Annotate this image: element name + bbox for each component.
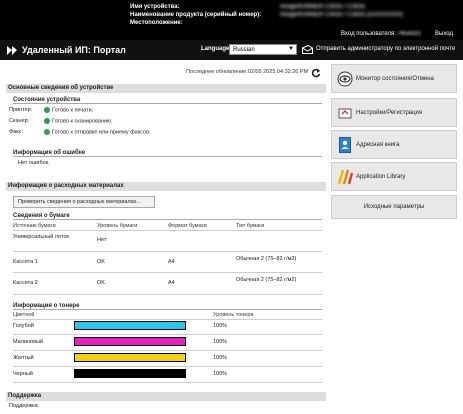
toner-level: 100% bbox=[213, 323, 228, 329]
paper-type: Обычная 2 (75–82 г/м2) bbox=[236, 256, 297, 262]
sidebar-item-label: Монитор состояния/Отмена bbox=[356, 76, 434, 82]
toner-level: 100% bbox=[213, 355, 228, 361]
toner-color-name: Желтый bbox=[13, 355, 34, 361]
status-ok-icon bbox=[44, 129, 50, 135]
last-updated: Последнее обновление:02/05 2025 04:32:26… bbox=[186, 69, 309, 75]
mail-admin-link[interactable]: Отправить администратору по электронной … bbox=[316, 46, 455, 52]
divider bbox=[13, 251, 322, 252]
login-user: 7654321 bbox=[397, 31, 421, 37]
address-book-icon bbox=[339, 137, 351, 153]
top-info-bar: Имя устройства: imageRUNNER C3025 / C302… bbox=[0, 0, 463, 40]
sidebar-item-address-book[interactable]: Адресная книга bbox=[331, 130, 457, 159]
chevron-down-icon: ▼ bbox=[288, 46, 294, 52]
device-name-label: Имя устройства: bbox=[130, 4, 180, 10]
support-header: Поддержка bbox=[6, 392, 326, 401]
location-label: Местоположение: bbox=[130, 20, 183, 26]
sidebar-item-label: Адресная книга bbox=[356, 142, 400, 148]
printer-status: Готово к печати. bbox=[44, 107, 93, 113]
toner-color-name: Черный bbox=[13, 371, 33, 377]
status-ok-icon bbox=[44, 118, 50, 124]
toner-color-name: Малиновый bbox=[13, 339, 44, 345]
divider bbox=[13, 366, 322, 367]
toner-info-title: Информация о тонере bbox=[13, 303, 322, 310]
settings-icon bbox=[338, 108, 352, 119]
scanner-status: Готово к сканированию. bbox=[44, 118, 113, 124]
sidebar-item-initial-settings[interactable]: Исходные параметры bbox=[331, 195, 457, 219]
toner-level: 100% bbox=[213, 339, 228, 345]
divider bbox=[13, 272, 322, 273]
sidebar-item-settings[interactable]: Настройки/Регистрация bbox=[331, 98, 457, 127]
status-monitor-icon bbox=[337, 71, 353, 87]
remote-ui-logo-icon bbox=[7, 46, 17, 55]
app-library-icon bbox=[337, 169, 353, 185]
mail-icon[interactable] bbox=[302, 45, 313, 54]
toner-level-bar bbox=[74, 321, 186, 330]
paper-type: Обычная 2 (75–82 г/м2) bbox=[236, 277, 297, 283]
support-label: Поддержка: bbox=[9, 403, 40, 409]
divider bbox=[13, 350, 322, 351]
toner-color-name: Голубой bbox=[13, 323, 34, 329]
login-info: Вход пользователя: 7654321 bbox=[341, 31, 421, 37]
language-value: Russian bbox=[233, 47, 255, 53]
portal-title: Удаленный ИП: Портал bbox=[22, 45, 126, 55]
product-name-value: imageRUNNER C3025 / C3025 (XXXXXXXX) bbox=[280, 12, 403, 18]
status-ok-icon bbox=[44, 107, 50, 113]
divider bbox=[13, 294, 322, 295]
divider bbox=[13, 382, 322, 383]
refresh-icon[interactable] bbox=[311, 68, 321, 78]
paper-col-source: Источник бумаги bbox=[13, 223, 56, 229]
paper-col-size: Формат бумаги bbox=[168, 223, 207, 229]
paper-level: OK bbox=[97, 280, 105, 286]
paper-size: A4 bbox=[168, 280, 175, 286]
product-name-label: Наименование продукта (серийный номер): bbox=[130, 12, 262, 18]
device-name-value: imageRUNNER C3025 / C3025 bbox=[280, 4, 366, 10]
language-label: Language: bbox=[201, 46, 232, 52]
toner-level-bar bbox=[74, 353, 186, 362]
sidebar-item-label: Application Library bbox=[356, 174, 406, 180]
error-value: Нет ошибок. bbox=[18, 160, 50, 166]
check-consumables-button[interactable]: Проверить сведения о расходных материала… bbox=[13, 196, 155, 208]
basic-info-header: Основные сведения об устройстве bbox=[6, 84, 326, 93]
scanner-label: Сканер: bbox=[9, 118, 30, 124]
printer-label: Принтер: bbox=[9, 107, 33, 113]
paper-size: A4 bbox=[168, 259, 175, 265]
language-select[interactable]: Russian ▼ bbox=[229, 44, 297, 55]
sidebar-item-status-monitor[interactable]: Монитор состояния/Отмена bbox=[331, 64, 457, 93]
toner-col-level: Уровень тонера bbox=[213, 312, 254, 318]
logout-link[interactable]: Выход bbox=[435, 31, 453, 37]
paper-source: Кассета 1 bbox=[13, 259, 38, 265]
divider bbox=[13, 319, 322, 320]
device-status-title: Состояние устройства bbox=[13, 97, 322, 104]
paper-level: Нет bbox=[97, 237, 107, 243]
fax-status: Готово к отправке или приему факсов. bbox=[44, 129, 151, 135]
paper-level: OK bbox=[97, 259, 105, 265]
toner-level-bar bbox=[74, 337, 186, 346]
sidebar-item-label: Настройки/Регистрация bbox=[356, 110, 423, 116]
divider bbox=[13, 334, 322, 335]
paper-col-level: Уровень бумаги bbox=[97, 223, 138, 229]
paper-source: Универсальный лоток bbox=[13, 234, 69, 240]
toner-level: 100% bbox=[213, 371, 228, 377]
consumables-header: Информация о расходных материалах bbox=[6, 182, 326, 191]
sidebar-item-app-library[interactable]: Application Library bbox=[331, 162, 457, 191]
error-info-title: Информация об ошибке bbox=[13, 150, 322, 157]
divider bbox=[13, 230, 322, 231]
toner-level-bar bbox=[74, 369, 186, 378]
paper-info-title: Сведения о бумаге bbox=[13, 213, 322, 220]
paper-source: Кассета 2 bbox=[13, 280, 38, 286]
fax-label: Факс: bbox=[9, 129, 23, 135]
portal-header: Удаленный ИП: Портал Language: Russian ▼… bbox=[0, 40, 463, 60]
paper-col-type: Тип бумаги bbox=[236, 223, 265, 229]
toner-col-color: Цветной bbox=[13, 312, 35, 318]
login-label: Вход пользователя: bbox=[341, 31, 396, 37]
